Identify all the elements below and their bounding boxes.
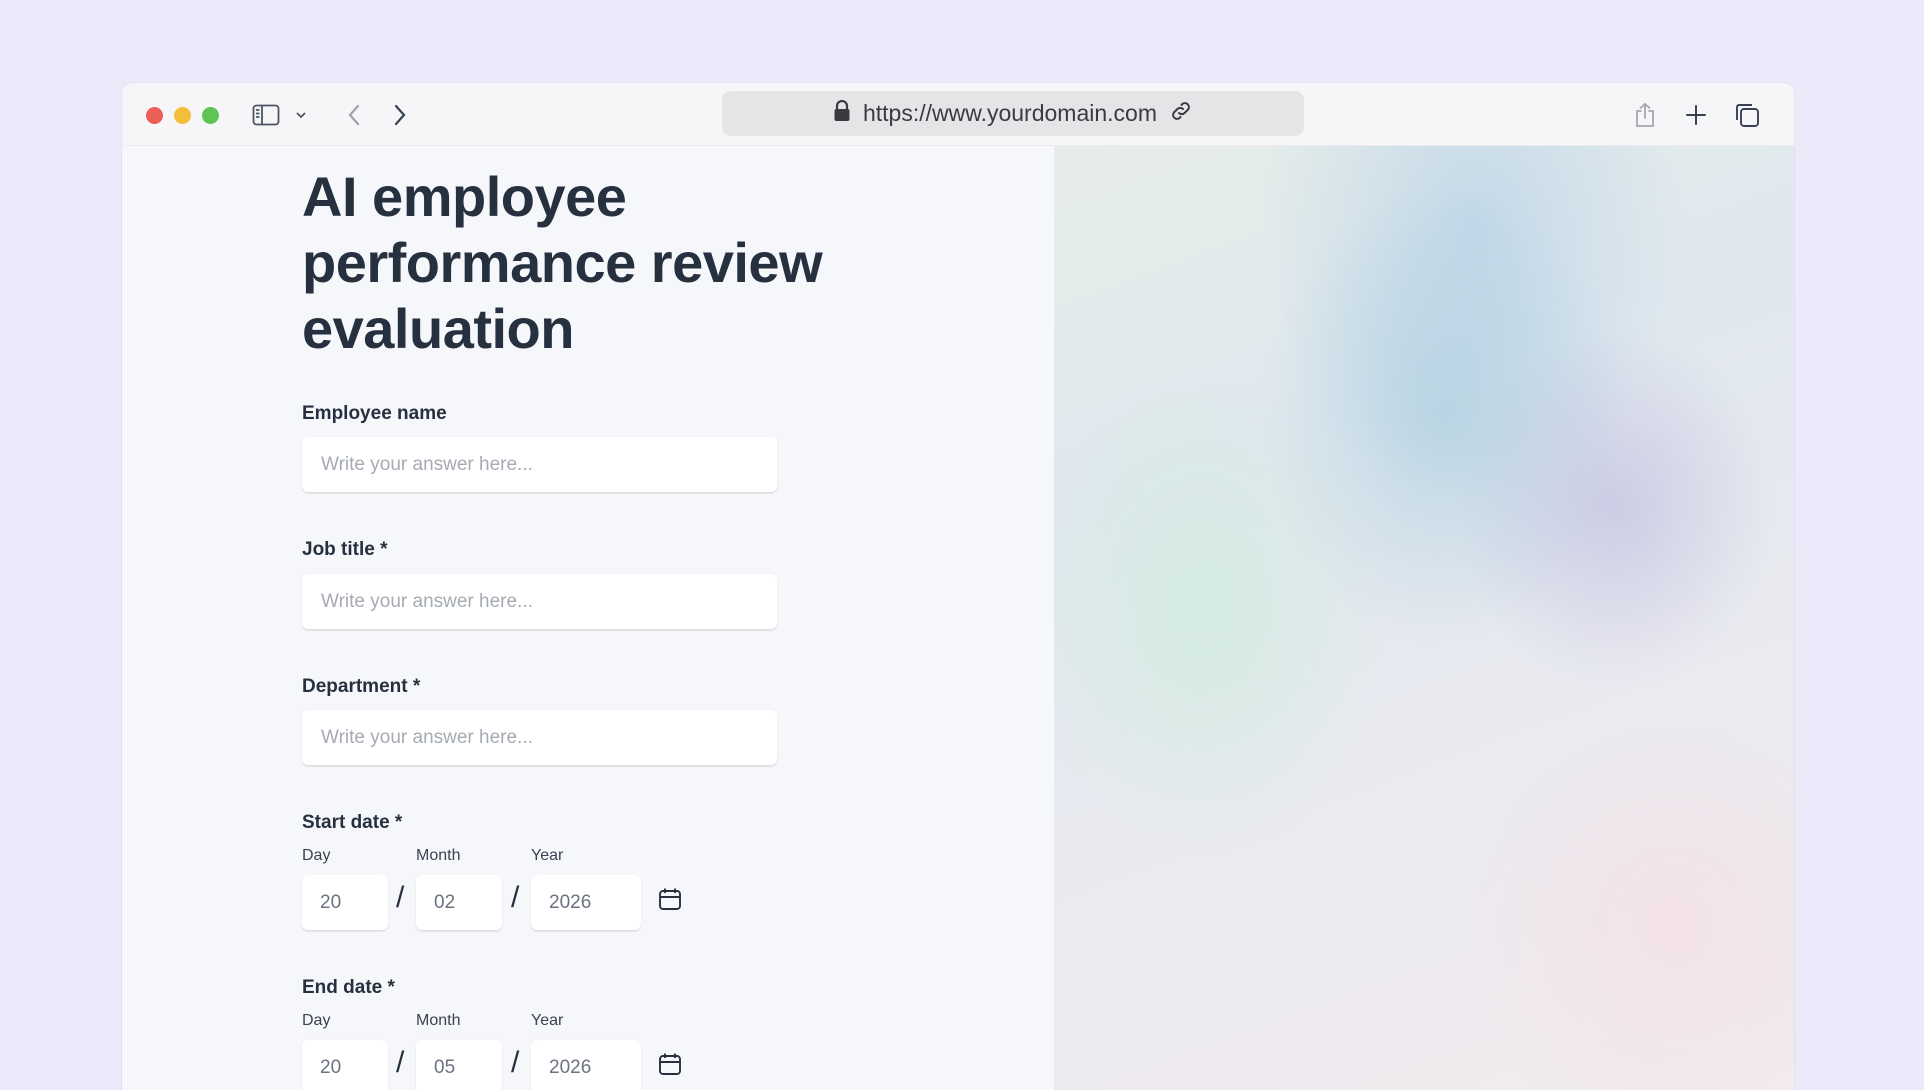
forward-arrow-icon[interactable]: [388, 103, 412, 127]
plus-icon[interactable]: [1684, 103, 1708, 127]
end-month-input[interactable]: [416, 1040, 502, 1090]
browser-window: https://www.yourdomain.com AI employee p…: [122, 83, 1794, 1090]
minimize-window-button[interactable]: [174, 107, 191, 124]
date-separator: /: [511, 881, 520, 914]
maximize-window-button[interactable]: [202, 107, 219, 124]
date-separator: /: [511, 1046, 520, 1079]
end-day-input[interactable]: [302, 1040, 388, 1090]
employee-name-label: Employee name: [302, 403, 447, 424]
start-day-input[interactable]: [302, 875, 388, 930]
start-year-input[interactable]: [531, 875, 641, 930]
job-title-input[interactable]: [302, 574, 777, 629]
calendar-icon[interactable]: [658, 1052, 684, 1078]
chevron-down-icon[interactable]: [294, 107, 308, 123]
form-pane: AI employee performance review evaluatio…: [122, 146, 1054, 1090]
tabs-overview-icon[interactable]: [1734, 102, 1760, 128]
browser-toolbar: https://www.yourdomain.com: [122, 83, 1794, 146]
end-day-label: Day: [302, 1012, 331, 1029]
start-year-label: Year: [531, 847, 564, 864]
calendar-icon[interactable]: [658, 887, 684, 913]
date-separator: /: [396, 1046, 405, 1079]
department-label: Department *: [302, 676, 421, 697]
job-title-label: Job title *: [302, 539, 388, 560]
end-year-input[interactable]: [531, 1040, 641, 1090]
employee-name-input[interactable]: [302, 437, 777, 492]
lock-icon: [833, 99, 851, 128]
link-icon[interactable]: [1169, 99, 1193, 129]
start-month-input[interactable]: [416, 875, 502, 930]
start-date-label: Start date *: [302, 812, 403, 833]
address-bar[interactable]: https://www.yourdomain.com: [722, 91, 1304, 136]
share-icon[interactable]: [1632, 101, 1658, 129]
department-input[interactable]: [302, 710, 777, 765]
start-day-label: Day: [302, 847, 331, 864]
end-date-label: End date *: [302, 977, 395, 998]
end-month-label: Month: [416, 1012, 461, 1029]
decorative-gradient-image: [1054, 146, 1794, 1090]
start-month-label: Month: [416, 847, 461, 864]
page-content: AI employee performance review evaluatio…: [122, 146, 1794, 1090]
sidebar-icon[interactable]: [252, 103, 280, 127]
page-title: AI employee performance review evaluatio…: [302, 165, 823, 360]
url-text: https://www.yourdomain.com: [862, 100, 1157, 126]
close-window-button[interactable]: [146, 107, 163, 124]
back-arrow-icon[interactable]: [342, 103, 366, 127]
end-year-label: Year: [531, 1012, 564, 1029]
date-separator: /: [396, 881, 405, 914]
